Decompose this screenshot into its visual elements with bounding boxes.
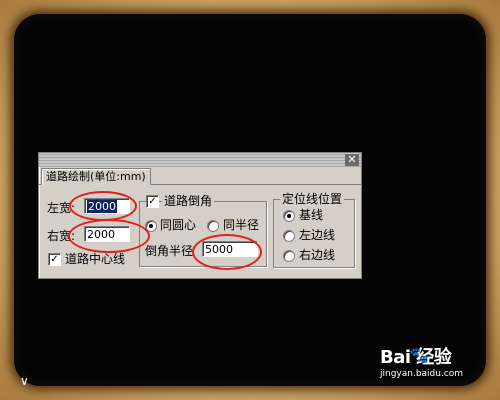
corner-chevron-icon: ∨ [20,374,29,388]
left-edge-radio[interactable] [283,230,295,242]
right-edge-radio[interactable] [283,250,295,262]
concentric-label: 同圆心 [160,218,197,232]
chamfer-radius-label: 倒角半径 [145,244,194,258]
paw-icon: 🐾 [409,346,429,365]
centerline-checkbox[interactable]: ✓ [48,253,61,266]
centerline-label: 道路中心线 [65,252,126,266]
tab-road-draw[interactable]: 道路绘制(单位:mm) [41,168,151,185]
highlight-circle-right-width [68,219,150,253]
same-radius-label: 同半径 [223,218,260,232]
chamfer-checkbox[interactable]: ✓ [146,195,159,208]
watermark-url: jingyan.baidu.com [380,369,464,379]
close-icon[interactable]: ✕ [345,154,359,166]
baseline-label: 基线 [299,208,324,222]
same-radius-radio[interactable] [207,220,219,232]
chamfer-label: 道路倒角 [162,194,215,208]
baseline-radio[interactable] [283,210,295,222]
dialog-titlebar[interactable]: ✕ [39,153,361,167]
right-edge-label: 右边线 [299,248,336,262]
left-edge-label: 左边线 [299,228,336,242]
highlight-circle-chamfer-radius [192,234,262,270]
position-group-title: 定位线位置 [280,192,345,206]
highlight-circle-left-width [69,191,137,221]
tab-strip: 道路绘制(单位:mm) [39,168,361,185]
baidu-jingyan-watermark: Bai 经验 🐾 jingyan.baidu.com [360,343,480,393]
